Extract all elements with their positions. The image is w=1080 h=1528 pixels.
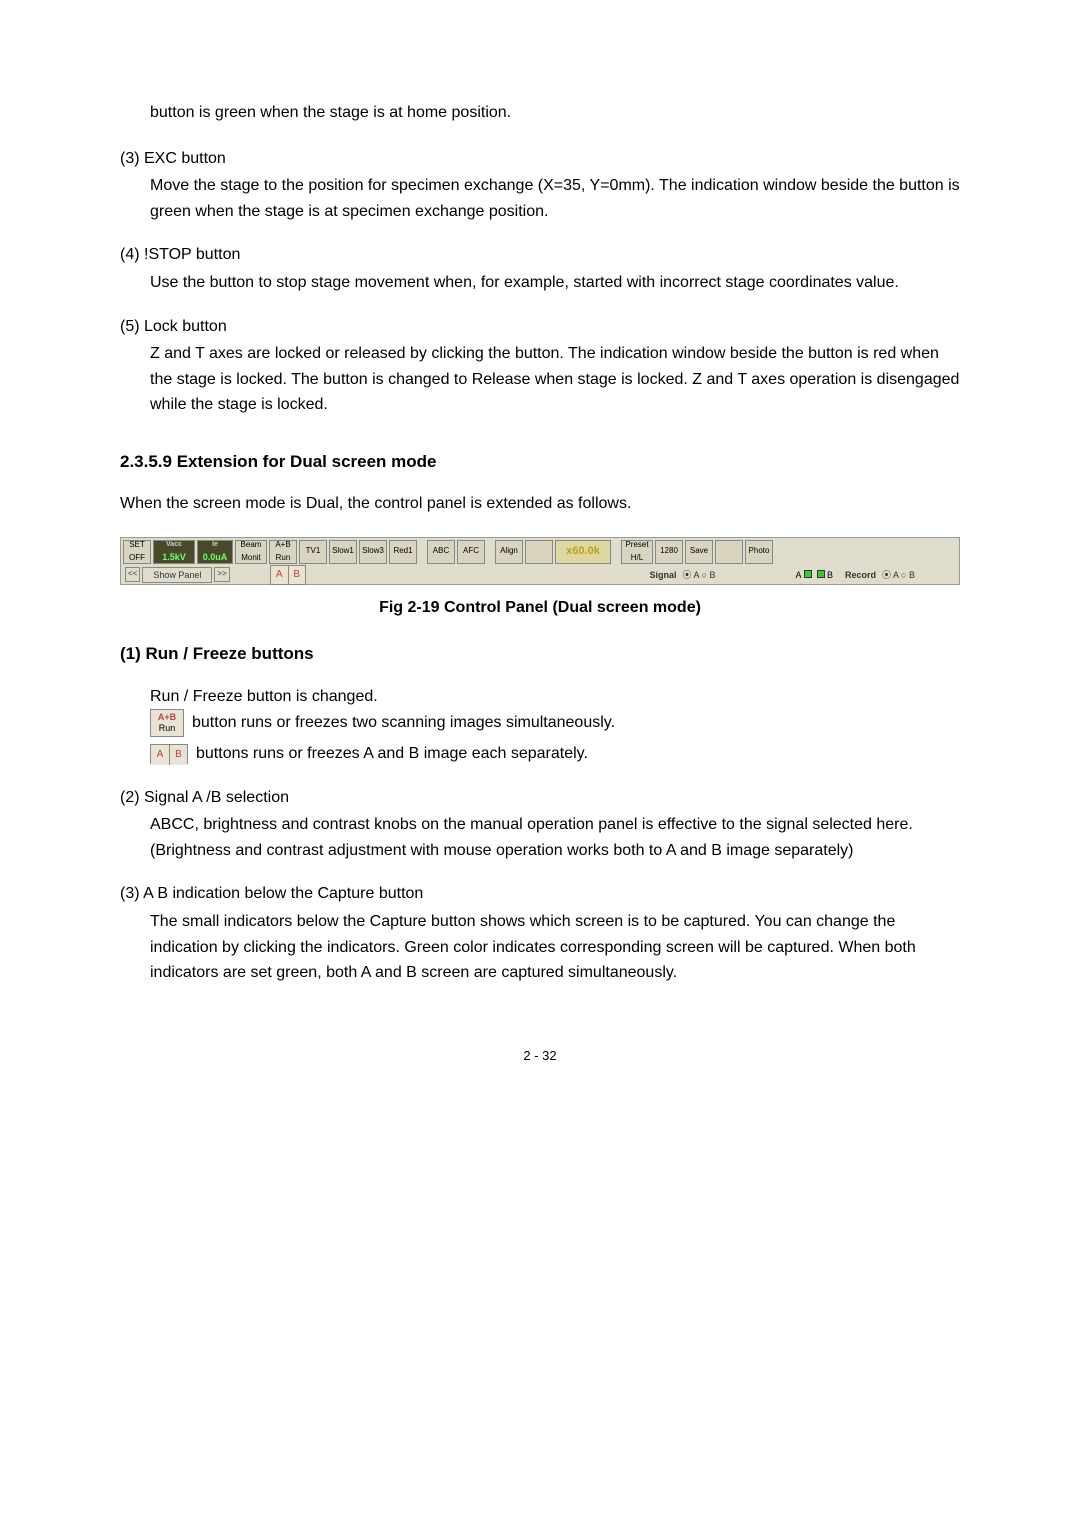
a-b-separate-icon: A B: [150, 744, 188, 764]
afc-button: AFC: [457, 540, 485, 564]
afc-label: AFC: [463, 545, 479, 558]
exc-button-title: (3) EXC button: [120, 146, 960, 172]
save-button: Save: [685, 540, 713, 564]
signal-ab-body1: ABCC, brightness and contrast knobs on t…: [120, 812, 960, 838]
ab-toggle-small: A B: [270, 565, 306, 585]
page-number: 2 - 32: [120, 1046, 960, 1067]
magnification-display: x60.0k: [555, 540, 611, 564]
run-freeze-heading: (1) Run / Freeze buttons: [120, 640, 960, 667]
section-heading-dual: 2.3.5.9 Extension for Dual screen mode: [120, 448, 960, 475]
beam-label: Beam: [241, 539, 262, 552]
run-freeze-changed: Run / Freeze button is changed.: [120, 684, 960, 710]
ab-run-button: A+B Run: [269, 540, 297, 564]
print-button: [715, 540, 743, 564]
control-panel-screenshot: SET OFF Vacc 1.5kV Ie 0.0uA Beam Monit A…: [120, 537, 960, 585]
monit-button: [525, 540, 553, 564]
run-freeze-line1: button runs or freezes two scanning imag…: [192, 710, 615, 736]
ie-label: Ie: [212, 539, 218, 550]
vacc-label: Vacc: [166, 539, 182, 550]
exc-button-body: Move the stage to the position for speci…: [120, 173, 960, 224]
ab-icon-top: A+B: [151, 712, 183, 723]
off-label: OFF: [129, 552, 145, 565]
signal-label: Signal: [650, 568, 677, 582]
slow3-button: Slow3: [359, 540, 387, 564]
vacc-value: 1.5kV: [162, 550, 186, 564]
set-off-button: SET OFF: [123, 540, 151, 564]
ab-icon-bottom: Run: [151, 723, 183, 734]
abc-button: ABC: [427, 540, 455, 564]
stop-button-title: (4) !STOP button: [120, 242, 960, 268]
align-label: Align: [500, 545, 518, 558]
ab-run-icon: A+B Run: [150, 709, 184, 737]
monit-label: Monit: [241, 552, 261, 565]
signal-ab-body2: (Brightness and contrast adjustment with…: [120, 838, 960, 864]
resolution-button: 1280: [655, 540, 683, 564]
lock-button-body: Z and T axes are locked or released by c…: [120, 341, 960, 418]
red1-button: Red1: [389, 540, 417, 564]
figure-caption: Fig 2-19 Control Panel (Dual screen mode…: [120, 595, 960, 621]
dual-intro-text: When the screen mode is Dual, the contro…: [120, 491, 960, 517]
slow3-label: Slow3: [362, 545, 384, 558]
photo-button: Photo: [745, 540, 773, 564]
stop-button-body: Use the button to stop stage movement wh…: [120, 270, 960, 296]
record-label: Record: [845, 568, 876, 582]
hl-label: H/L: [631, 552, 643, 565]
preset-hl-button: Preset H/L: [621, 540, 653, 564]
ab-indication-body: The small indicators below the Capture b…: [120, 909, 960, 986]
signal-ab-title: (2) Signal A /B selection: [120, 785, 960, 811]
lock-button-title: (5) Lock button: [120, 314, 960, 340]
show-panel-button: Show Panel: [142, 567, 212, 583]
beam-monit-button: Beam Monit: [235, 540, 267, 564]
run-label: Run: [276, 552, 291, 565]
ab-label: A+B: [275, 539, 290, 552]
red1-label: Red1: [393, 545, 412, 558]
set-label: SET: [129, 539, 145, 552]
b-icon: B: [169, 745, 187, 765]
a-icon: A: [151, 745, 169, 765]
ie-value: 0.0uA: [203, 550, 228, 564]
home-position-text: button is green when the stage is at hom…: [120, 100, 960, 126]
b-half: B: [288, 566, 305, 584]
tv1-button: TV1: [299, 540, 327, 564]
res-label: 1280: [660, 545, 678, 558]
ab-indication-title: (3) A B indication below the Capture but…: [120, 881, 960, 907]
ie-display: Ie 0.0uA: [197, 540, 233, 564]
slow1-button: Slow1: [329, 540, 357, 564]
run-freeze-line2: buttons runs or freezes A and B image ea…: [196, 741, 588, 767]
photo-label: Photo: [749, 545, 770, 558]
slow1-label: Slow1: [332, 545, 354, 558]
a-half: A: [271, 566, 288, 584]
tv1-label: TV1: [306, 545, 321, 558]
vacc-display: Vacc 1.5kV: [153, 540, 195, 564]
abc-label: ABC: [433, 545, 449, 558]
save-label: Save: [690, 545, 708, 558]
preset-label: Preset: [625, 539, 648, 552]
align-button: Align: [495, 540, 523, 564]
